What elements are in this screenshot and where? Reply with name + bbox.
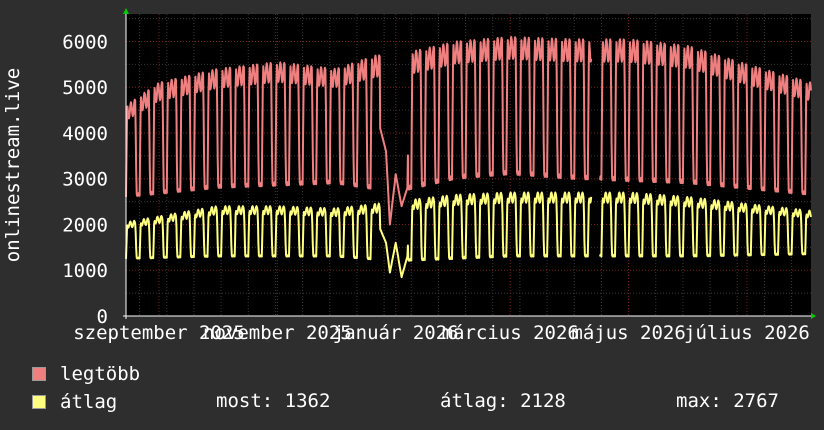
x-tick-label: július 2026 [684, 322, 810, 344]
legend-label-avg: átlag [60, 391, 118, 413]
traffic-chart: 0100020003000400050006000 szeptember 202… [2, 8, 816, 344]
y-tick-label: 5000 [62, 77, 108, 99]
stat-current: most: 1362 [216, 390, 331, 412]
x-axis-arrow [811, 313, 816, 319]
x-tick-label: január 2026 [333, 322, 459, 344]
y-tick-label: 6000 [62, 31, 108, 53]
legend-label-max: legtöbb [60, 363, 141, 385]
x-tick-labels: szeptember 2025november 2025január 2026m… [73, 322, 810, 344]
x-tick-label: március 2026 [442, 322, 579, 344]
x-tick-label: május 2026 [571, 322, 685, 344]
stat-average: átlag: 2128 [440, 390, 566, 412]
x-tick-label: november 2025 [203, 322, 352, 344]
y-axis-label: onlinestream.live [2, 68, 24, 262]
y-tick-label: 1000 [62, 260, 108, 282]
y-tick-labels: 0100020003000400050006000 [62, 31, 108, 328]
y-tick-label: 2000 [62, 214, 108, 236]
legend-row-avg: átlag [32, 390, 117, 414]
y-tick-label: 3000 [62, 169, 108, 191]
y-axis-arrow [123, 8, 129, 14]
legend-swatch-max [32, 367, 46, 381]
stat-maximum: max: 2767 [676, 390, 779, 412]
y-tick-label: 4000 [62, 123, 108, 145]
legend-swatch-avg [32, 395, 46, 409]
legend-row-max: legtöbb [32, 362, 140, 386]
